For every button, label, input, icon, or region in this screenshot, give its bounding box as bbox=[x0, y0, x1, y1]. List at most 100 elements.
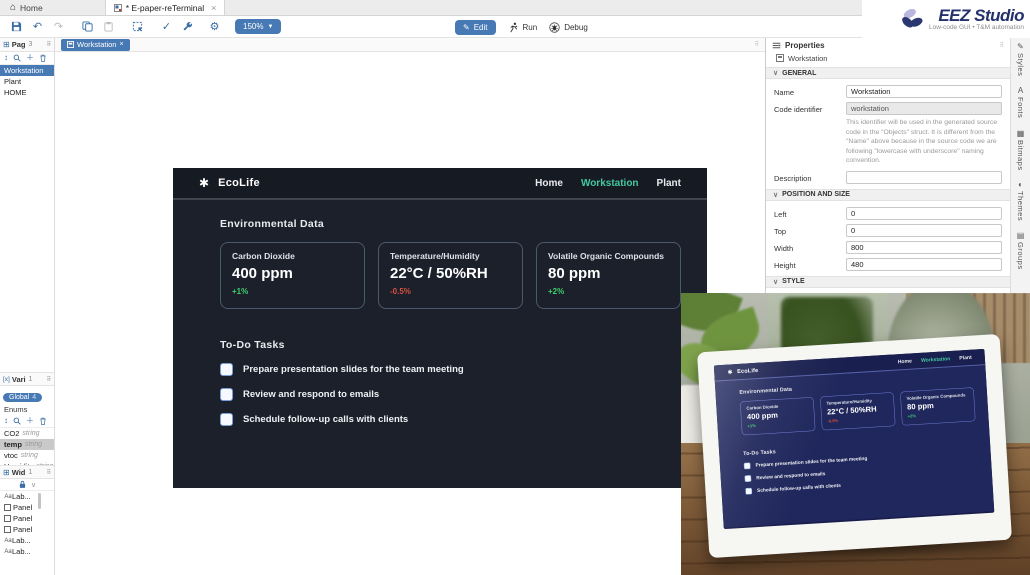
card-voc[interactable]: Volatile Organic Compounds 80 ppm +2% bbox=[536, 242, 681, 309]
todo-checkbox[interactable] bbox=[220, 363, 233, 376]
close-icon[interactable]: × bbox=[119, 41, 123, 48]
widget-row-label[interactable]: Aa Lab... bbox=[0, 546, 54, 557]
variable-row-co2[interactable]: CO2 string bbox=[0, 428, 54, 439]
design-nav-workstation[interactable]: Workstation bbox=[581, 178, 639, 189]
label-widget-icon: Aa bbox=[4, 493, 12, 500]
variables-dock-icon[interactable]: ⠿ bbox=[47, 376, 51, 383]
canvas-tab-workstation[interactable]: Workstation × bbox=[61, 38, 130, 51]
sort-icon[interactable]: ↕ bbox=[4, 54, 8, 62]
ecolife-page-design[interactable]: ✱ EcoLife Home Workstation Plant Environ… bbox=[173, 168, 707, 488]
design-nav-home[interactable]: Home bbox=[535, 178, 563, 189]
select-tool-button[interactable] bbox=[131, 20, 144, 33]
name-input[interactable] bbox=[846, 85, 1002, 98]
global-variables-tab[interactable]: Global 4 bbox=[3, 393, 43, 402]
width-input[interactable] bbox=[846, 240, 1002, 254]
page-item-workstation[interactable]: Workstation bbox=[0, 65, 54, 76]
tab-fonts[interactable]: A Fonts bbox=[1016, 86, 1025, 118]
description-input[interactable] bbox=[846, 170, 1002, 184]
design-nav-plant: Plant bbox=[959, 354, 972, 361]
edit-mode-button[interactable]: ✎ Edit bbox=[455, 19, 496, 35]
section-style[interactable]: ∨ STYLE bbox=[766, 275, 1010, 288]
add-page-button[interactable]: ＋ bbox=[26, 54, 34, 62]
copy-button[interactable] bbox=[81, 20, 94, 33]
widget-row-panel[interactable]: Panel bbox=[0, 513, 54, 524]
zoom-level-dropdown[interactable]: 150% ▼ bbox=[235, 19, 282, 34]
widget-row-panel[interactable]: Panel bbox=[0, 502, 54, 513]
todo-checkbox[interactable] bbox=[220, 413, 233, 426]
page-item-home[interactable]: HOME bbox=[0, 87, 54, 98]
tab-home[interactable]: ⌂ Home bbox=[0, 0, 57, 15]
tab-project-label: * E-paper-reTerminal bbox=[125, 2, 205, 13]
editor-canvas[interactable]: Workstation × ⠿ ✱ EcoLife Home Workstati… bbox=[55, 38, 765, 575]
variable-row-temp[interactable]: temp string bbox=[0, 439, 54, 450]
ecolife-page-design: ✱ EcoLife Home Workstation Plant Environ… bbox=[713, 348, 995, 528]
tab-groups[interactable]: ▤ Groups bbox=[1016, 231, 1025, 270]
section-general[interactable]: ∨ GENERAL bbox=[766, 67, 1010, 79]
gear-settings-button[interactable]: ⚙ bbox=[208, 20, 221, 33]
add-variable-button[interactable]: ＋ bbox=[26, 417, 34, 425]
variables-panel-title: Vari bbox=[11, 374, 26, 384]
enums-tab[interactable]: Enums bbox=[0, 404, 54, 415]
section-position-size[interactable]: ∨ POSITION AND SIZE bbox=[766, 188, 1010, 201]
section-general-label: GENERAL bbox=[782, 69, 817, 77]
redo-button[interactable]: ↷ bbox=[52, 20, 65, 33]
widgets-scrollbar[interactable] bbox=[38, 493, 41, 509]
page-icon bbox=[776, 54, 784, 62]
page-item-plant[interactable]: Plant bbox=[0, 76, 54, 87]
groups-icon: ▤ bbox=[1016, 231, 1025, 241]
pages-panel-header: ⊞ Pag 3 ⠿ bbox=[0, 38, 54, 52]
search-icon[interactable] bbox=[13, 54, 21, 62]
sort-icon[interactable]: ↕ bbox=[4, 417, 8, 425]
left-label: Left bbox=[774, 209, 787, 219]
tab-project[interactable]: * E-paper-reTerminal × bbox=[104, 0, 226, 15]
chevron-down-icon[interactable]: ∨ bbox=[31, 481, 36, 489]
tab-themes[interactable]: ◐ Themes bbox=[1016, 180, 1025, 221]
debug-mode-button[interactable]: Debug bbox=[549, 21, 588, 33]
todo-checkbox[interactable] bbox=[220, 388, 233, 401]
global-tab-label: Global bbox=[9, 394, 30, 401]
properties-breadcrumb[interactable]: Workstation bbox=[766, 52, 1010, 64]
canvas-dock-icon[interactable]: ⠿ bbox=[755, 41, 759, 48]
pages-dock-icon[interactable]: ⠿ bbox=[47, 41, 51, 48]
card-carbon-dioxide[interactable]: Carbon Dioxide 400 ppm +1% bbox=[220, 242, 365, 309]
card-delta: +2% bbox=[907, 413, 917, 419]
paste-button[interactable] bbox=[102, 20, 115, 33]
height-input[interactable] bbox=[846, 257, 1002, 271]
check-build-button[interactable]: ✓ bbox=[160, 20, 173, 33]
widgets-count-badge: 1 bbox=[28, 468, 33, 476]
lock-icon[interactable] bbox=[18, 480, 27, 489]
widget-row-label[interactable]: Aa Lab... bbox=[0, 535, 54, 546]
card-value: 80 ppm bbox=[906, 401, 934, 412]
save-button[interactable] bbox=[10, 20, 23, 33]
delete-variable-button[interactable] bbox=[39, 417, 47, 425]
properties-dock-icon[interactable]: ⠿ bbox=[1000, 42, 1004, 49]
variable-row-vtoc[interactable]: vtoc string bbox=[0, 450, 54, 461]
card-temperature-humidity[interactable]: Temperature/Humidity 22°C / 50%RH -0.5% bbox=[378, 242, 523, 309]
card-carbon-dioxide: Carbon Dioxide 400 ppm +1% bbox=[739, 396, 816, 436]
widget-row-label[interactable]: Aa Lab... bbox=[0, 491, 54, 502]
todo-tasks-heading: To-Do Tasks bbox=[220, 339, 285, 351]
left-input[interactable] bbox=[846, 206, 1002, 220]
close-icon[interactable]: × bbox=[211, 3, 216, 13]
card-delta: -0.5% bbox=[827, 418, 839, 424]
card-delta: -0.5% bbox=[390, 287, 411, 296]
design-nav-plant[interactable]: Plant bbox=[657, 178, 681, 189]
widget-row-panel[interactable]: Panel bbox=[0, 524, 54, 535]
run-mode-button[interactable]: Run bbox=[508, 22, 537, 33]
wrench-settings-button[interactable] bbox=[181, 20, 194, 33]
page-item-label: HOME bbox=[4, 88, 27, 97]
undo-button[interactable]: ↶ bbox=[31, 20, 44, 33]
ecolife-brand: EcoLife bbox=[736, 367, 759, 375]
styles-icon: ✎ bbox=[1017, 42, 1024, 51]
tab-styles[interactable]: ✎ Styles bbox=[1016, 42, 1025, 76]
search-icon[interactable] bbox=[13, 417, 21, 425]
ecolife-leaf-icon: ✱ bbox=[727, 368, 733, 376]
variable-type: string bbox=[24, 441, 43, 448]
delete-page-button[interactable] bbox=[39, 54, 47, 62]
device-photo: ✱ EcoLife Home Workstation Plant Environ… bbox=[681, 293, 1030, 575]
variables-panel-header: [x] Vari 1 ⠿ bbox=[0, 372, 54, 386]
widgets-dock-icon[interactable]: ⠿ bbox=[47, 469, 51, 476]
tab-bitmaps[interactable]: ▦ Bitmaps bbox=[1016, 129, 1025, 171]
top-input[interactable] bbox=[846, 223, 1002, 237]
card-temperature-humidity: Temperature/Humidity 22°C / 50%RH -0.5% bbox=[819, 392, 896, 431]
